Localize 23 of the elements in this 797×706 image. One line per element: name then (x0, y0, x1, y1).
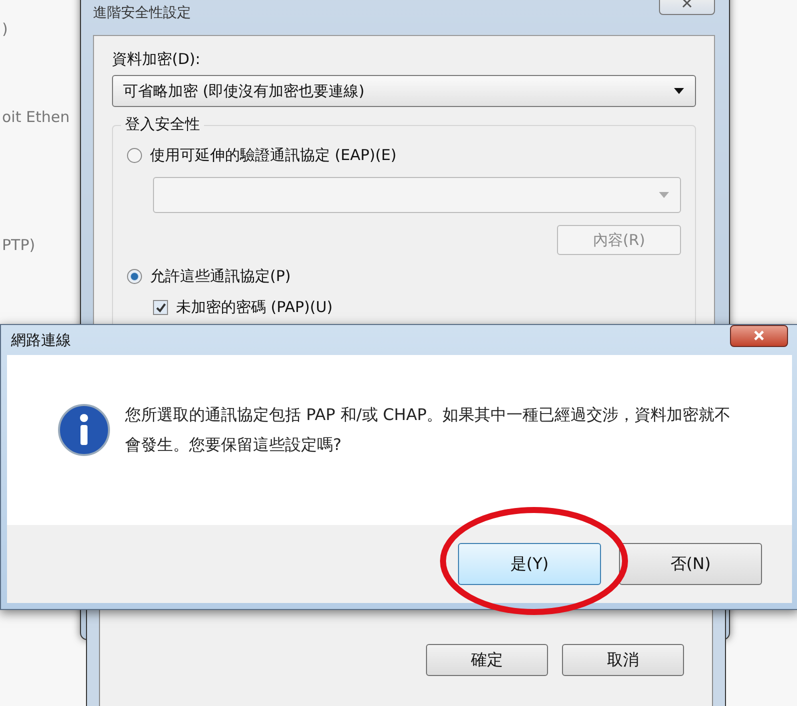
dialog-button[interactable]: 取消 (562, 644, 684, 676)
radio-option[interactable]: 使用可延伸的驗證通訊協定 (EAP)(E) (127, 146, 681, 165)
checkbox-label: 未加密的密碼 (PAP)(U) (176, 298, 333, 317)
window-title: 進階安全性設定 (93, 4, 191, 22)
background-text: oit Ethen (2, 108, 70, 126)
radio-option[interactable]: 允許這些通訊協定(P) (127, 267, 681, 286)
encryption-dropdown[interactable]: 可省略加密 (即使沒有加密也要連線) (112, 75, 696, 107)
info-icon (57, 403, 111, 457)
caret-icon (673, 87, 685, 95)
close-icon (682, 0, 692, 8)
dialog-button[interactable]: 是(Y) (458, 543, 601, 585)
group-title: 登入安全性 (121, 115, 204, 134)
field-label: 資料加密(D): (112, 50, 202, 69)
checkbox[interactable] (153, 300, 168, 315)
background-text: ) (2, 20, 8, 38)
window-title: 網路連線 (11, 330, 71, 350)
close-icon (753, 330, 765, 340)
close-button[interactable] (730, 325, 788, 347)
dialog-button[interactable]: 否(N) (619, 543, 762, 585)
background-text: PTP) (2, 236, 36, 254)
caret-icon (658, 191, 670, 199)
dialog-button[interactable]: 確定 (426, 644, 548, 676)
message-text: 您所選取的通訊協定包括 PAP 和/或 CHAP。如果其中一種已經過交涉，資料加密就不會發生。您要保留這些設定嗎? (125, 404, 732, 456)
